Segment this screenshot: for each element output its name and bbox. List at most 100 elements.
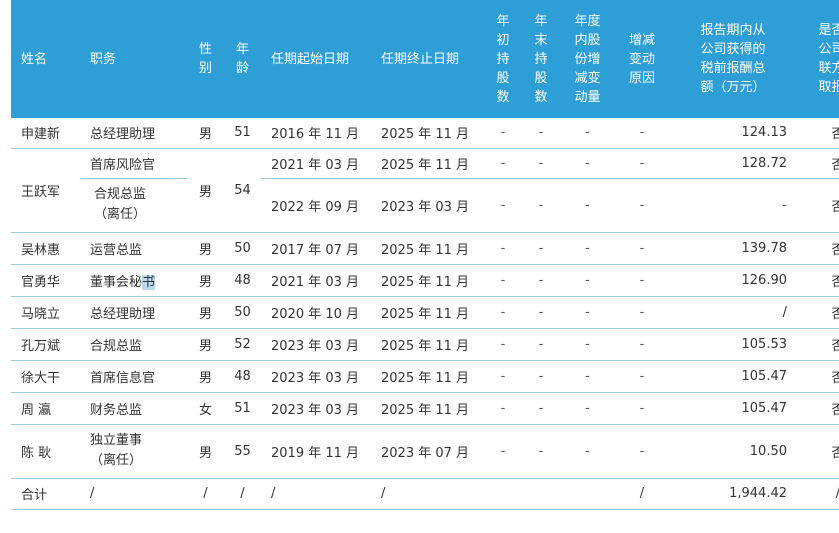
cell-related-party-pay: / bbox=[797, 478, 839, 510]
position-text: 董事会秘 bbox=[90, 274, 143, 290]
cell-position: 董事会秘书 bbox=[80, 264, 187, 297]
header-shares-change: 年度 内股 份增 减变 动量 bbox=[560, 0, 615, 118]
header-change-reason: 增减 变动 原因 bbox=[615, 0, 669, 118]
cell-gender: 男 bbox=[187, 328, 224, 361]
cell-start-date: 2020 年 10 月 bbox=[261, 296, 371, 329]
header-age: 年龄 bbox=[224, 0, 261, 118]
header-gender: 性别 bbox=[187, 0, 224, 118]
cell-shares-begin: - bbox=[484, 148, 522, 179]
cell-start-date: 2016 年 11 月 bbox=[261, 118, 371, 149]
cell-end-date: 2025 年 11 月 bbox=[371, 360, 484, 393]
cell-age: 48 bbox=[224, 360, 261, 393]
cell-change-reason: - bbox=[615, 118, 669, 149]
cell-gender: 男 bbox=[187, 424, 224, 479]
cell-position: 首席风险官 bbox=[80, 148, 187, 179]
table-row: 吴林惠 运营总监 男 50 2017 年 07 月 2025 年 11 月 - … bbox=[11, 232, 839, 265]
cell-shares-begin: - bbox=[484, 424, 522, 479]
cell-change-reason: - bbox=[615, 360, 669, 393]
cell-gender: 男 bbox=[187, 264, 224, 297]
cell-age: 54 bbox=[224, 148, 261, 233]
cell-change-reason: - bbox=[615, 392, 669, 425]
table-row: 陈 耿 独立董事（离任） 男 55 2019 年 11 月 2023 年 07 … bbox=[11, 424, 839, 479]
cell-related-party-pay: 否 bbox=[797, 148, 839, 179]
cell-name: 马晓立 bbox=[11, 296, 80, 329]
cell-name: 徐大干 bbox=[11, 360, 80, 393]
cell-shares-end: - bbox=[522, 296, 560, 329]
cell-shares-begin: - bbox=[484, 178, 522, 233]
cell-start-date: 2022 年 09 月 bbox=[261, 178, 371, 233]
cell-shares-end: - bbox=[522, 232, 560, 265]
cell-gender: 男 bbox=[187, 148, 224, 233]
header-shares-begin: 年初持股数 bbox=[484, 0, 522, 118]
selected-text-highlight[interactable]: 书 bbox=[142, 274, 156, 290]
cell-position: 独立董事（离任） bbox=[80, 424, 187, 479]
cell-pretax-pay: 128.72 bbox=[669, 148, 797, 179]
header-related-party-pay: 是否在公司关联方获取报酬 bbox=[797, 0, 839, 118]
table-row: 申建新 总经理助理 男 51 2016 年 11 月 2025 年 11 月 -… bbox=[11, 118, 839, 149]
cell-name: 孔万斌 bbox=[11, 328, 80, 361]
cell-name: 王跃军 bbox=[11, 148, 80, 233]
cell-end-date: 2025 年 11 月 bbox=[371, 232, 484, 265]
cell-shares-begin bbox=[484, 478, 522, 510]
cell-related-party-pay: 否 bbox=[797, 296, 839, 329]
cell-gender: 男 bbox=[187, 232, 224, 265]
cell-start-date: 2023 年 03 月 bbox=[261, 328, 371, 361]
cell-position: 合规总监 bbox=[80, 328, 187, 361]
table-row: 王跃军 首席风险官 男 54 2021 年 03 月 2025 年 11 月 -… bbox=[11, 148, 839, 233]
cell-shares-end: - bbox=[522, 360, 560, 393]
cell-change-reason: - bbox=[615, 296, 669, 329]
cell-shares-end: - bbox=[522, 392, 560, 425]
cell-shares-begin: - bbox=[484, 296, 522, 329]
cell-shares-change: - bbox=[560, 264, 615, 297]
cell-related-party-pay: 否 bbox=[797, 328, 839, 361]
cell-related-party-pay: 否 bbox=[797, 118, 839, 149]
cell-shares-change: - bbox=[560, 296, 615, 329]
cell-name: 申建新 bbox=[11, 118, 80, 149]
cell-related-party-pay: 否 bbox=[797, 360, 839, 393]
cell-gender: / bbox=[187, 478, 224, 510]
header-pretax-pay: 报告期内从 公司获得的 税前报酬总 额（万元） bbox=[669, 0, 797, 118]
table-row: 孔万斌 合规总监 男 52 2023 年 03 月 2025 年 11 月 - … bbox=[11, 328, 839, 361]
cell-age: 52 bbox=[224, 328, 261, 361]
header-name: 姓名 bbox=[11, 0, 80, 118]
cell-shares-end: - bbox=[522, 178, 560, 233]
cell-related-party-pay: 否 bbox=[797, 178, 839, 233]
cell-end-date: 2025 年 11 月 bbox=[371, 264, 484, 297]
table-row: 周 瀛 财务总监 女 51 2023 年 03 月 2025 年 11 月 - … bbox=[11, 392, 839, 425]
cell-position: 合规总监（离任） bbox=[80, 178, 187, 233]
cell-related-party-pay: 否 bbox=[797, 392, 839, 425]
cell-age: 48 bbox=[224, 264, 261, 297]
cell-shares-end: - bbox=[522, 424, 560, 479]
cell-shares-end bbox=[522, 478, 560, 510]
cell-shares-change: - bbox=[560, 118, 615, 149]
cell-gender: 男 bbox=[187, 360, 224, 393]
cell-change-reason: - bbox=[615, 178, 669, 233]
cell-pretax-pay: / bbox=[669, 296, 797, 329]
cell-shares-begin: - bbox=[484, 328, 522, 361]
cell-start-date: / bbox=[261, 478, 371, 510]
header-row: 姓名 职务 性别 年龄 任期起始日期 任期终止日期 年初持股数 年末持股数 年度… bbox=[11, 0, 839, 118]
cell-related-party-pay: 否 bbox=[797, 424, 839, 479]
cell-name: 吴林惠 bbox=[11, 232, 80, 265]
table-row: 合规总监（离任） 2022 年 09 月 2023 年 03 月 - - - -… bbox=[11, 178, 839, 233]
cell-shares-end: - bbox=[522, 264, 560, 297]
cell-shares-begin: - bbox=[484, 264, 522, 297]
cell-end-date: 2025 年 11 月 bbox=[371, 118, 484, 149]
cell-pretax-pay: 105.53 bbox=[669, 328, 797, 361]
cell-end-date: 2025 年 11 月 bbox=[371, 148, 484, 179]
cell-age: 51 bbox=[224, 118, 261, 149]
cell-shares-change: - bbox=[560, 424, 615, 479]
header-start-date: 任期起始日期 bbox=[261, 0, 371, 118]
cell-shares-end: - bbox=[522, 118, 560, 149]
cell-name: 陈 耿 bbox=[11, 424, 80, 479]
cell-end-date: / bbox=[371, 478, 484, 510]
cell-age: 55 bbox=[224, 424, 261, 479]
cell-gender: 男 bbox=[187, 296, 224, 329]
cell-related-party-pay: 否 bbox=[797, 232, 839, 265]
cell-name: 周 瀛 bbox=[11, 392, 80, 425]
cell-end-date: 2025 年 11 月 bbox=[371, 392, 484, 425]
cell-shares-change: - bbox=[560, 232, 615, 265]
cell-pretax-pay: 124.13 bbox=[669, 118, 797, 149]
cell-start-date: 2021 年 03 月 bbox=[261, 148, 371, 179]
table-row: 官勇华 董事会秘书 男 48 2021 年 03 月 2025 年 11 月 -… bbox=[11, 264, 839, 297]
